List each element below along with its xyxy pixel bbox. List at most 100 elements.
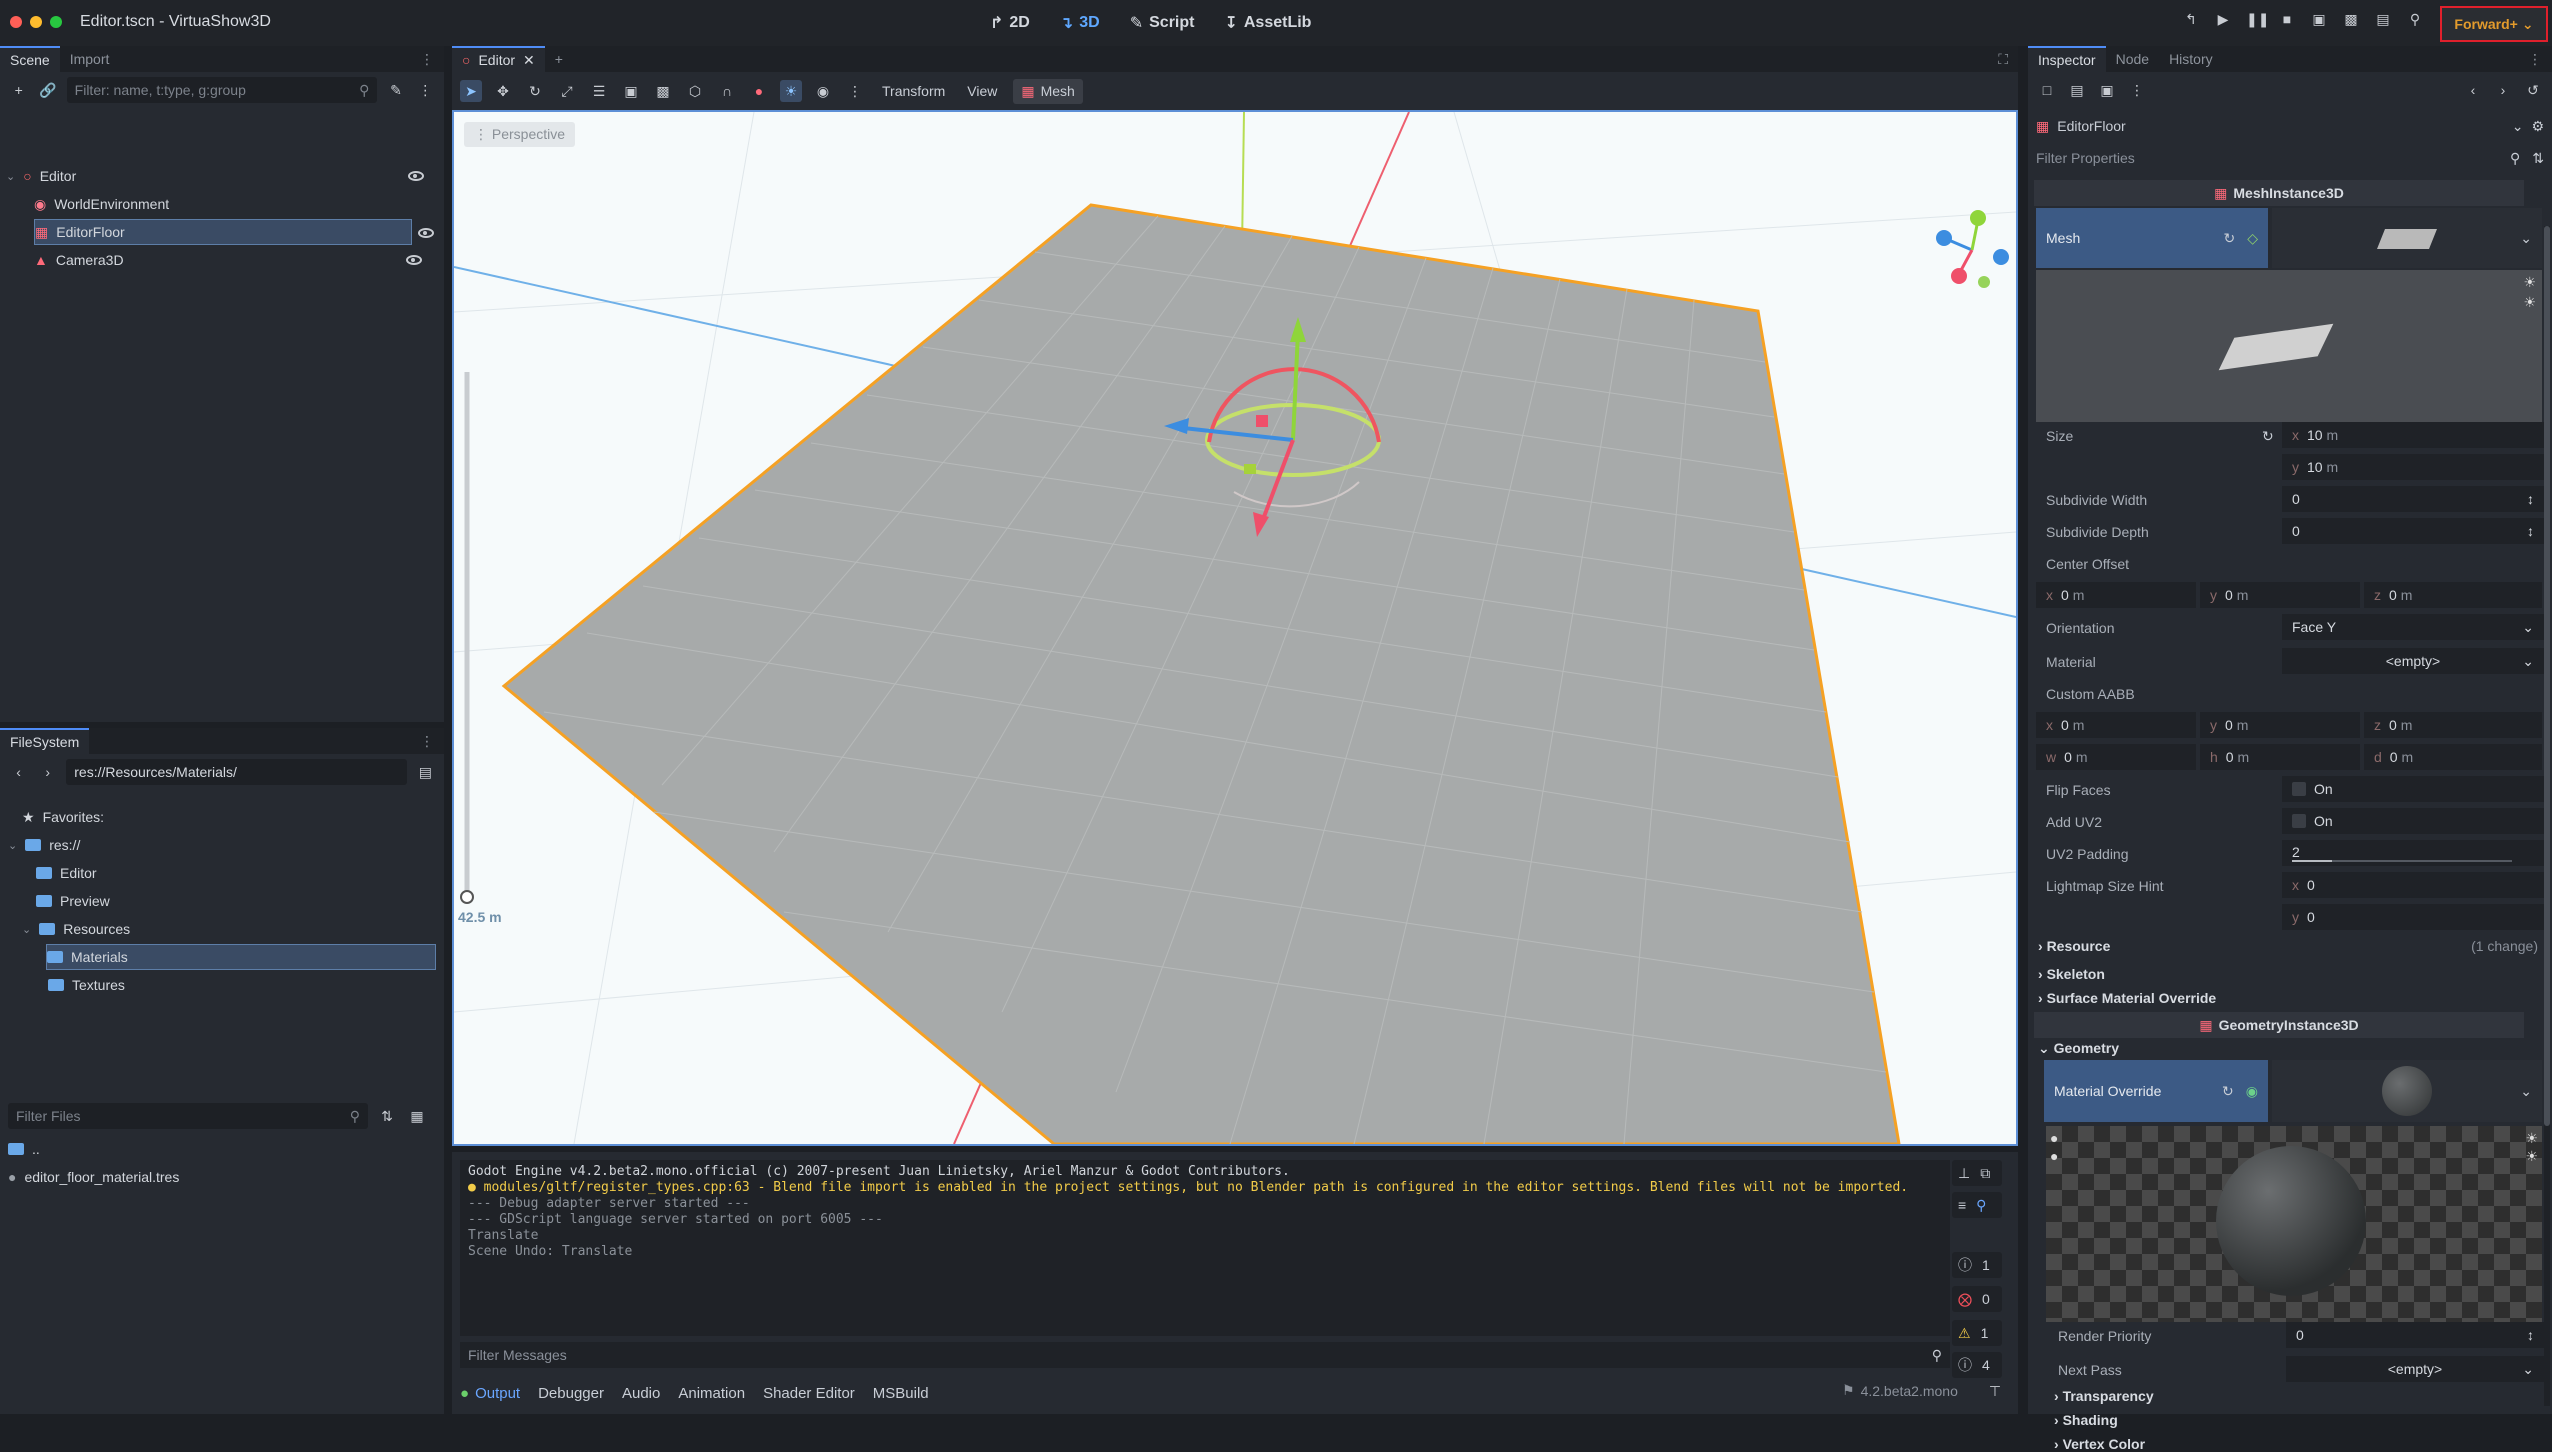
debug-button[interactable]: ⚲ [2406, 10, 2424, 28]
light-toggle-2-icon[interactable]: ☀ [2525, 1148, 2538, 1165]
add-uv2-checkbox[interactable]: On [2282, 808, 2544, 834]
tab-output[interactable]: ● Output [460, 1385, 520, 1402]
attach-script-button[interactable]: ✎ [385, 79, 406, 101]
fs-folder-resources[interactable]: ⌄ Resources [22, 916, 130, 942]
filter-options-icon[interactable]: ⇅ [2532, 150, 2544, 167]
aabb-h-field[interactable]: h0 m [2200, 744, 2360, 770]
scrollbar-thumb[interactable] [2544, 226, 2550, 1126]
center-offset-z-field[interactable]: z0 m [2364, 582, 2542, 608]
visibility-eye-icon[interactable] [408, 171, 424, 181]
size-y-field[interactable]: y 10 m [2282, 454, 2544, 480]
filesystem-path-input[interactable]: res://Resources/Materials/ [66, 759, 407, 785]
play-custom-scene-button[interactable]: ▩ [2342, 10, 2360, 28]
move-tool-button[interactable]: ✥ [492, 80, 514, 102]
fs-folder-preview[interactable]: Preview [36, 888, 110, 914]
close-window-button[interactable] [10, 16, 22, 28]
scene-more-button[interactable]: ⋮ [415, 79, 436, 101]
tab-inspector[interactable]: Inspector [2028, 46, 2106, 72]
geometry-group[interactable]: ⌄ Geometry [2038, 1040, 2119, 1057]
minimize-window-button[interactable] [30, 16, 42, 28]
revert-icon[interactable]: ↻ [2223, 230, 2235, 247]
material-override-picker[interactable]: ⌄ [2272, 1060, 2542, 1122]
lock-button[interactable]: ▣ [620, 80, 642, 102]
material-picker[interactable]: <empty> ⌄ [2282, 648, 2544, 674]
orientation-dropdown[interactable]: Face Y ⌄ [2282, 614, 2544, 640]
scene-node-worldenvironment[interactable]: ◉ WorldEnvironment [34, 191, 434, 217]
snap-button[interactable]: ∩ [716, 80, 738, 102]
perspective-menu-button[interactable]: ⋮ Perspective [464, 122, 576, 147]
section-meshinstance3d[interactable]: ▦ MeshInstance3D [2034, 180, 2524, 206]
light-toggle-icon[interactable]: ☀ [2523, 274, 2536, 291]
fs-folder-editor[interactable]: Editor [36, 860, 97, 886]
sort-button[interactable]: ⇅ [376, 1105, 398, 1127]
sphere-mode-icon[interactable]: ● [2050, 1130, 2058, 1146]
uv2-padding-slider[interactable]: 2 [2282, 840, 2544, 866]
split-view-button[interactable]: ▤ [415, 761, 436, 783]
shading-group[interactable]: › Shading [2054, 1412, 2118, 1428]
surface-override-group[interactable]: › Surface Material Override [2038, 990, 2216, 1006]
fs-favorites[interactable]: ★ Favorites: [22, 804, 104, 830]
object-selector[interactable]: ▦ EditorFloor ⌄ ⚙ [2036, 112, 2544, 140]
distraction-free-button[interactable]: ⛶ [1988, 51, 2018, 68]
vertex-color-group[interactable]: › Vertex Color [2054, 1436, 2145, 1452]
material-preview[interactable]: ● ● ☀ ☀ [2046, 1126, 2542, 1322]
skeleton-group[interactable]: › Skeleton [2038, 966, 2105, 982]
mesh-preview[interactable]: ☀ ☀ [2036, 270, 2542, 422]
tab-scene[interactable]: Scene [0, 46, 60, 72]
visibility-eye-icon[interactable] [406, 255, 422, 265]
instance-scene-button[interactable]: 🔗 [37, 79, 58, 101]
flip-faces-checkbox[interactable]: On [2282, 776, 2544, 802]
save-resource-button[interactable]: ▣ [2096, 79, 2118, 101]
center-offset-y-field[interactable]: y0 m [2200, 582, 2360, 608]
list-select-button[interactable]: ☰ [588, 80, 610, 102]
fs-folder-materials[interactable]: Materials [46, 944, 436, 970]
fs-res-root[interactable]: ⌄ res:// [8, 832, 80, 858]
play-scene-button[interactable]: ▣ [2310, 10, 2328, 28]
filter-info-button[interactable]: ⓘ 1 [1952, 1252, 2002, 1278]
history-forward-button[interactable]: › [2492, 79, 2514, 101]
rotate-tool-button[interactable]: ↻ [524, 80, 546, 102]
new-scene-tab-button[interactable]: + [545, 51, 573, 67]
filter-errors-button[interactable]: ⨂ 0 [1952, 1286, 2002, 1312]
subdivide-depth-spinbox[interactable]: 0 ↕ [2282, 518, 2544, 544]
toggle-sun-button[interactable]: ☀ [780, 80, 802, 102]
dock-menu-icon[interactable]: ⋮ [2518, 46, 2552, 72]
scene-node-camera3d[interactable]: ▲ Camera3D [34, 247, 434, 273]
property-filter-input[interactable]: Filter Properties ⚲ ⇅ [2036, 144, 2544, 172]
lightmap-x-field[interactable]: x0 [2282, 872, 2544, 898]
scene-node-editor[interactable]: ⌄ ○ Editor [6, 163, 436, 189]
aabb-z-field[interactable]: z0 m [2364, 712, 2542, 738]
camera-preview-button[interactable]: ● [748, 80, 770, 102]
subdivide-width-spinbox[interactable]: 0 ↕ [2282, 486, 2544, 512]
tab-import[interactable]: Import [60, 46, 120, 72]
pause-button[interactable]: ❚❚ [2246, 10, 2269, 28]
pin-panel-button[interactable]: ⊤ [1984, 1380, 2006, 1402]
filter-warnings-button[interactable]: ⚠ 1 [1952, 1320, 2002, 1346]
light-toggle-2-icon[interactable]: ☀ [2523, 294, 2536, 311]
fs-folder-textures[interactable]: Textures [48, 972, 125, 998]
file-filter-input[interactable]: Filter Files ⚲ [8, 1103, 368, 1129]
mode-script-button[interactable]: ✎ Script [1130, 13, 1195, 33]
dock-menu-icon[interactable]: ⋮ [410, 728, 444, 754]
transparency-group[interactable]: › Transparency [2054, 1388, 2154, 1404]
log-options-button[interactable]: ≡ ⚲ [1952, 1192, 2002, 1218]
aabb-y-field[interactable]: y0 m [2200, 712, 2360, 738]
add-node-button[interactable]: + [8, 79, 29, 101]
next-pass-picker[interactable]: <empty> ⌄ [2286, 1356, 2544, 1382]
dock-menu-icon[interactable]: ⋮ [410, 46, 444, 72]
object-history-button[interactable]: ↺ [2522, 79, 2544, 101]
file-item-parent[interactable]: .. [8, 1136, 40, 1162]
tab-node[interactable]: Node [2106, 46, 2159, 72]
renderer-dropdown[interactable]: Forward+ ⌄ [2440, 6, 2548, 42]
message-filter-input[interactable]: Filter Messages ⚲ [460, 1342, 1950, 1368]
movie-maker-button[interactable]: ▤ [2374, 10, 2392, 28]
section-geometryinstance3d[interactable]: ▦ GeometryInstance3D [2034, 1012, 2524, 1038]
grid-view-button[interactable]: ▦ [406, 1105, 428, 1127]
output-log[interactable]: Godot Engine v4.2.beta2.mono.official (c… [460, 1160, 1950, 1336]
load-resource-button[interactable]: ▤ [2066, 79, 2088, 101]
menu-mesh[interactable]: ▦ Mesh [1013, 78, 1083, 104]
tab-filesystem[interactable]: FileSystem [0, 728, 90, 754]
forward-button[interactable]: › [37, 761, 58, 783]
play-button[interactable]: ▶ [2214, 10, 2232, 28]
viewport-more-button[interactable]: ⋮ [844, 80, 866, 102]
